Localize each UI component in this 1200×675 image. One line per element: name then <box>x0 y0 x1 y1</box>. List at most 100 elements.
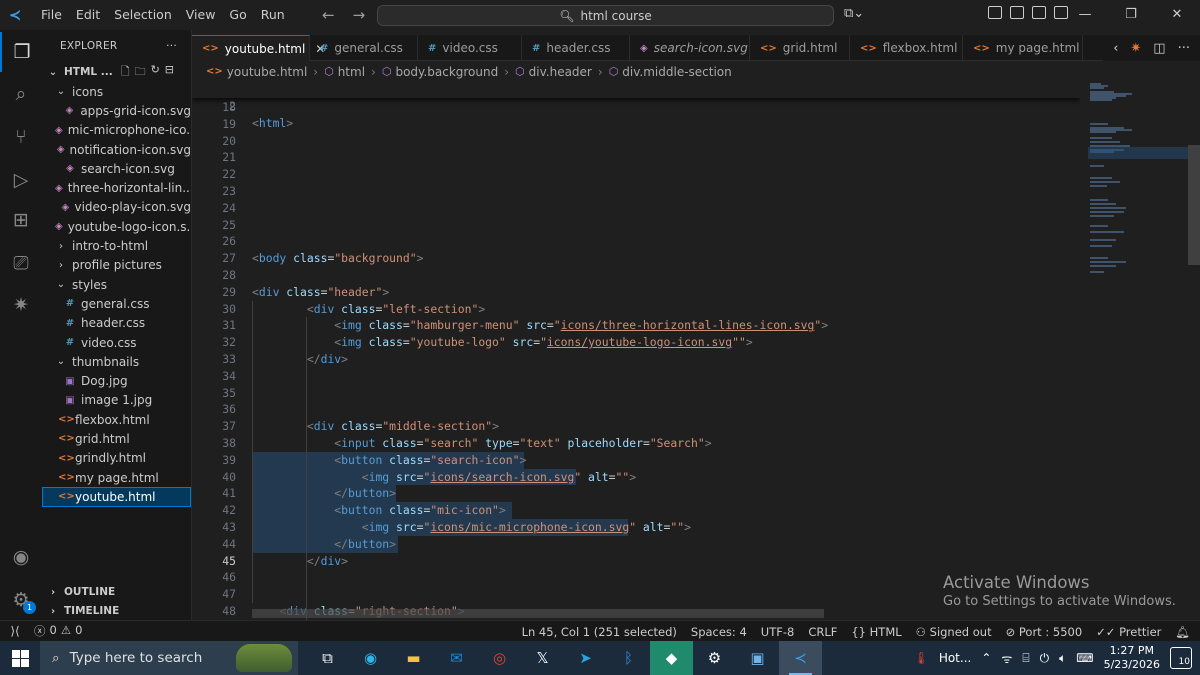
refresh-icon[interactable]: ↻ <box>151 63 160 82</box>
file-item[interactable]: <> my page.html <box>42 468 191 487</box>
settings-gear-icon[interactable]: ⚙ 1 <box>0 580 42 620</box>
breadcrumb-header[interactable]: div.header <box>529 65 592 79</box>
folder-item[interactable]: ⌄ styles <box>42 275 191 294</box>
collapse-all-icon[interactable]: ⊟ <box>165 63 174 82</box>
file-item[interactable]: <> grid.html <box>42 429 191 448</box>
settings-gear-icon[interactable]: ⚙ <box>693 641 736 675</box>
menu-run[interactable]: Run <box>254 0 292 30</box>
outline-section[interactable]: › OUTLINE <box>42 582 191 602</box>
search-view-icon[interactable]: ⌕ <box>0 74 42 114</box>
restore-icon[interactable]: ❐ <box>1108 0 1154 30</box>
notification-center-icon[interactable]: 10 <box>1170 647 1192 669</box>
more-actions-icon[interactable]: ··· <box>1178 41 1190 56</box>
vertical-scrollbar[interactable] <box>1188 145 1200 265</box>
timeline-section[interactable]: › TIMELINE <box>42 601 191 620</box>
menu-view[interactable]: View <box>179 0 223 30</box>
extensions-icon[interactable]: ⊞ <box>0 200 42 240</box>
file-item[interactable]: <> grindly.html <box>42 449 191 468</box>
account-status[interactable]: ⚇ Signed out <box>916 625 992 639</box>
bluetooth-icon[interactable]: ᛒ <box>607 641 650 675</box>
file-explorer-icon[interactable]: ▬ <box>392 641 435 675</box>
windows-start-icon[interactable] <box>0 641 40 675</box>
split-editor-icon[interactable]: ◫ <box>1153 41 1165 56</box>
file-item[interactable]: ◈ mic-microphone-ico... <box>42 121 191 140</box>
breadcrumb-body[interactable]: body.background <box>395 65 498 79</box>
vscode-taskbar-icon[interactable]: ≺ <box>779 641 822 675</box>
problems-indicator[interactable]: ⓧ 0 ⚠ 0 <box>34 623 82 639</box>
editor-tab[interactable]: <> youtube.html ✕ <box>192 35 325 61</box>
power-icon[interactable]: ⏻ <box>1040 651 1050 666</box>
editor-tab[interactable]: <> flexbox.html <box>850 35 963 61</box>
file-item[interactable]: ▣ Dog.jpg <box>42 371 191 390</box>
editor-tab[interactable]: <> grid.html <box>750 35 850 61</box>
file-item[interactable]: ◈ notification-icon.svg <box>42 140 191 159</box>
folder-item[interactable]: ⌄ thumbnails <box>42 352 191 371</box>
forward-arrow-icon[interactable]: → <box>353 6 366 24</box>
customize-layout-icon[interactable] <box>988 6 1002 19</box>
weather-label[interactable]: Hot... <box>939 651 972 665</box>
chrome-icon[interactable]: ◎ <box>478 641 521 675</box>
sticky-scroll-header[interactable]: 2 <html> <box>192 81 1080 130</box>
outlook-icon[interactable]: ✉ <box>435 641 478 675</box>
language-mode[interactable]: {} HTML <box>851 625 901 639</box>
tab-overflow-icon[interactable]: ‹ <box>1113 41 1118 56</box>
indentation[interactable]: Spaces: 4 <box>691 625 747 639</box>
workspace-root[interactable]: ⌄ HTML ... 🗋︎ 🗀︎ ↻ ⊟ <box>42 62 191 82</box>
toggle-primary-sidebar-icon[interactable] <box>1010 6 1024 19</box>
close-icon[interactable]: ✕ <box>1154 0 1200 30</box>
breadcrumb-middle-section[interactable]: div.middle-section <box>622 65 731 79</box>
chevron-up-icon[interactable]: ⌃ <box>981 651 991 665</box>
editor-tab[interactable]: ◈ search-icon.svg <box>630 35 750 61</box>
more-actions-icon[interactable]: ··· <box>166 40 177 52</box>
editor-tab[interactable]: <> my page.html <box>963 35 1083 61</box>
encoding[interactable]: UTF-8 <box>761 625 795 639</box>
temperature-icon[interactable]: 🌡︎ <box>914 651 929 665</box>
file-item[interactable]: ▣ image 1.jpg <box>42 391 191 410</box>
command-center[interactable]: 🔍︎ html course <box>377 5 834 26</box>
editor-tab[interactable]: # header.css <box>522 35 630 61</box>
folder-item[interactable]: › intro-to-html <box>42 236 191 255</box>
prettier-status[interactable]: ✓✓ Prettier <box>1096 625 1161 639</box>
menu-file[interactable]: File <box>34 0 69 30</box>
language-indicator-icon[interactable]: ⌨ <box>1076 651 1093 665</box>
cursor-position[interactable]: Ln 45, Col 1 (251 selected) <box>522 625 677 639</box>
telegram-icon[interactable]: ➤ <box>564 641 607 675</box>
file-item[interactable]: ◈ youtube-logo-icon.s... <box>42 217 191 236</box>
code-editor[interactable]: 2 <html> 18 19 20 21 22 23 24 25 26 27 <body class… <box>192 81 1080 620</box>
explorer-icon[interactable]: ❐ <box>0 32 42 72</box>
new-file-icon[interactable]: 🗋︎ <box>121 63 130 82</box>
back-arrow-icon[interactable]: ← <box>322 6 335 24</box>
live-server-port[interactable]: ⊘ Port : 5500 <box>1006 625 1083 639</box>
volume-icon[interactable]: 🔈︎ <box>1059 651 1066 666</box>
spark-icon[interactable]: ✷ <box>1130 41 1141 56</box>
toggle-panel-icon[interactable] <box>1032 6 1046 19</box>
menu-go[interactable]: Go <box>222 0 253 30</box>
notifications-bell-icon[interactable]: 🔔︎ <box>1175 625 1190 639</box>
folder-item[interactable]: › profile pictures <box>42 256 191 275</box>
minimize-icon[interactable]: — <box>1062 0 1108 30</box>
file-item[interactable]: ◈ three-horizontal-lin... <box>42 178 191 197</box>
clock[interactable]: 1:27 PM 5/23/2026 <box>1104 644 1160 672</box>
battery-saver-icon[interactable]: ⌸ <box>1022 651 1029 666</box>
remote-desktop-icon[interactable]: ▣ <box>736 641 779 675</box>
end-of-line[interactable]: CRLF <box>808 625 837 639</box>
source-control-icon[interactable]: ⑂ <box>0 117 42 157</box>
pinned-app-icon[interactable]: ◆ <box>650 641 693 675</box>
x-app-icon[interactable]: 𝕏 <box>521 641 564 675</box>
file-item[interactable]: ◈ apps-grid-icon.svg <box>42 101 191 120</box>
taskbar-search[interactable]: ⌕ Type here to search <box>40 641 298 675</box>
editor-tab[interactable]: # video.css <box>418 35 522 61</box>
run-debug-icon[interactable]: ▷ <box>0 160 42 200</box>
menu-edit[interactable]: Edit <box>69 0 107 30</box>
file-item[interactable]: # video.css <box>42 333 191 352</box>
file-item[interactable]: ◈ search-icon.svg <box>42 159 191 178</box>
copilot-icon[interactable]: ⧉⌄ <box>844 6 864 21</box>
menu-selection[interactable]: Selection <box>107 0 179 30</box>
file-item[interactable]: # general.css <box>42 294 191 313</box>
wifi-icon[interactable]: ᯤ <box>1001 650 1012 667</box>
breadcrumb-file[interactable]: youtube.html <box>227 65 308 79</box>
account-icon[interactable]: ◉ <box>0 537 42 577</box>
horizontal-scrollbar[interactable] <box>252 609 824 618</box>
minimap-viewport[interactable] <box>1088 147 1188 159</box>
minimap[interactable] <box>1080 81 1188 620</box>
